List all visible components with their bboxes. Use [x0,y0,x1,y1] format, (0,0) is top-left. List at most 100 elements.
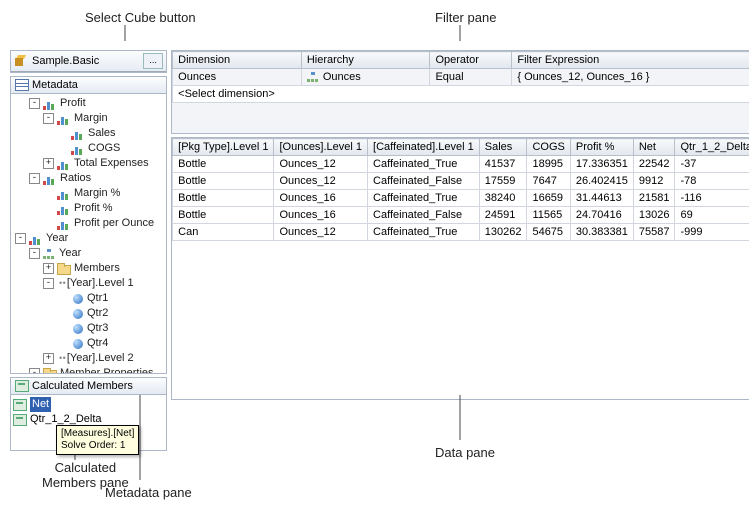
bars-icon [57,188,71,200]
filter-placeholder-row[interactable]: <Select dimension> [173,86,749,103]
data-cell[interactable]: 17.336351 [570,156,633,173]
data-cell[interactable]: Ounces_16 [274,190,368,207]
toggle-icon[interactable]: - [15,233,26,244]
toggle-icon[interactable]: - [29,368,40,373]
table-row[interactable]: BottleOunces_12Caffeinated_True415371899… [173,156,749,173]
member-icon [73,309,83,319]
tree-item[interactable]: Qtr1 [87,291,108,306]
data-cell[interactable]: Ounces_12 [274,156,368,173]
data-cell[interactable]: -116 [675,190,749,207]
tree-item[interactable]: Profit per Ounce [74,216,154,231]
filter-header[interactable]: Hierarchy [301,52,430,69]
tree-item[interactable]: Members [74,261,120,276]
data-column-header[interactable]: COGS [527,139,570,156]
data-cell[interactable]: 31.44613 [570,190,633,207]
data-cell[interactable]: Can [173,224,274,241]
filter-table[interactable]: Dimension Hierarchy Operator Filter Expr… [172,51,749,103]
filter-header[interactable]: Dimension [173,52,302,69]
tree-item[interactable]: Margin % [74,186,120,201]
data-column-header[interactable]: Qtr_1_2_Delta [675,139,749,156]
tree-item[interactable]: Margin [74,111,108,126]
tree-item[interactable]: Sales [88,126,116,141]
tree-item[interactable]: [Year].Level 1 [67,276,134,291]
select-cube-button[interactable]: ... [143,53,163,69]
table-row[interactable]: CanOunces_12Caffeinated_True130262546753… [173,224,749,241]
tree-item[interactable]: [Year].Level 2 [67,351,134,366]
data-cell[interactable]: Ounces_16 [274,207,368,224]
tree-item[interactable]: Profit % [74,201,113,216]
data-table[interactable]: [Pkg Type].Level 1[Ounces].Level 1[Caffe… [172,138,749,241]
data-cell[interactable]: Caffeinated_False [368,207,480,224]
data-column-header[interactable]: Sales [479,139,527,156]
toggle-icon[interactable]: - [29,173,40,184]
tree-item[interactable]: COGS [88,141,120,156]
data-cell[interactable]: Bottle [173,207,274,224]
data-cell[interactable]: Caffeinated_True [368,224,480,241]
toggle-icon[interactable]: + [43,263,54,274]
data-cell[interactable]: Caffeinated_True [368,156,480,173]
annotation-select-cube: Select Cube button [85,10,196,25]
tree-item[interactable]: Qtr2 [87,306,108,321]
filter-header[interactable]: Operator [430,52,512,69]
data-column-header[interactable]: [Ounces].Level 1 [274,139,368,156]
data-cell[interactable]: -78 [675,173,749,190]
metadata-tree[interactable]: -Profit -Margin Sales COGS +Total Expens… [11,94,166,373]
data-cell[interactable]: Bottle [173,156,274,173]
tree-item[interactable]: Year [46,231,68,246]
data-cell[interactable]: 22542 [633,156,675,173]
data-cell[interactable]: 7647 [527,173,570,190]
data-cell[interactable]: 21581 [633,190,675,207]
table-row[interactable]: BottleOunces_16Caffeinated_False24591115… [173,207,749,224]
data-cell[interactable]: 13026 [633,207,675,224]
toggle-icon[interactable]: - [43,278,54,289]
toggle-icon[interactable]: + [43,158,54,169]
data-cell[interactable]: Caffeinated_False [368,173,480,190]
tree-item[interactable]: Year [59,246,81,261]
data-cell[interactable]: Bottle [173,173,274,190]
table-row[interactable]: BottleOunces_16Caffeinated_True382401665… [173,190,749,207]
data-cell[interactable]: Ounces_12 [274,173,368,190]
toggle-icon[interactable]: + [43,353,54,364]
data-cell[interactable]: 75587 [633,224,675,241]
data-cell[interactable]: 11565 [527,207,570,224]
data-column-header[interactable]: [Pkg Type].Level 1 [173,139,274,156]
table-row[interactable]: BottleOunces_12Caffeinated_False17559764… [173,173,749,190]
data-cell[interactable]: 30.383381 [570,224,633,241]
tree-item[interactable]: Total Expenses [74,156,149,171]
data-cell[interactable]: Ounces_12 [274,224,368,241]
tree-item[interactable]: Member Properties [60,366,154,373]
data-cell[interactable]: 24.70416 [570,207,633,224]
data-cell[interactable]: -37 [675,156,749,173]
tree-item[interactable]: Qtr3 [87,321,108,336]
data-cell[interactable]: Caffeinated_True [368,190,480,207]
data-cell[interactable]: 69 [675,207,749,224]
tree-item[interactable]: Ratios [60,171,91,186]
data-cell[interactable]: Bottle [173,190,274,207]
data-cell[interactable]: 130262 [479,224,527,241]
toggle-icon[interactable]: - [29,248,40,259]
data-cell[interactable]: 24591 [479,207,527,224]
tree-item[interactable]: Qtr4 [87,336,108,351]
data-cell[interactable]: 18995 [527,156,570,173]
data-cell[interactable]: 16659 [527,190,570,207]
filter-cell[interactable]: Ounces [301,69,430,86]
calc-member-item[interactable]: Net [30,397,51,412]
data-column-header[interactable]: [Caffeinated].Level 1 [368,139,480,156]
data-column-header[interactable]: Profit % [570,139,633,156]
data-cell[interactable]: 17559 [479,173,527,190]
data-cell[interactable]: 26.402415 [570,173,633,190]
filter-cell[interactable]: Equal [430,69,512,86]
data-cell[interactable]: 38240 [479,190,527,207]
filter-header[interactable]: Filter Expression [512,52,749,69]
data-cell[interactable]: 41537 [479,156,527,173]
annotation-filter-pane: Filter pane [435,10,496,25]
tree-item[interactable]: Profit [60,96,86,111]
data-cell[interactable]: -999 [675,224,749,241]
data-column-header[interactable]: Net [633,139,675,156]
data-cell[interactable]: 54675 [527,224,570,241]
filter-cell[interactable]: Ounces [173,69,302,86]
filter-cell[interactable]: { Ounces_12, Ounces_16 } [512,69,749,86]
data-cell[interactable]: 9912 [633,173,675,190]
toggle-icon[interactable]: - [43,113,54,124]
toggle-icon[interactable]: - [29,98,40,109]
